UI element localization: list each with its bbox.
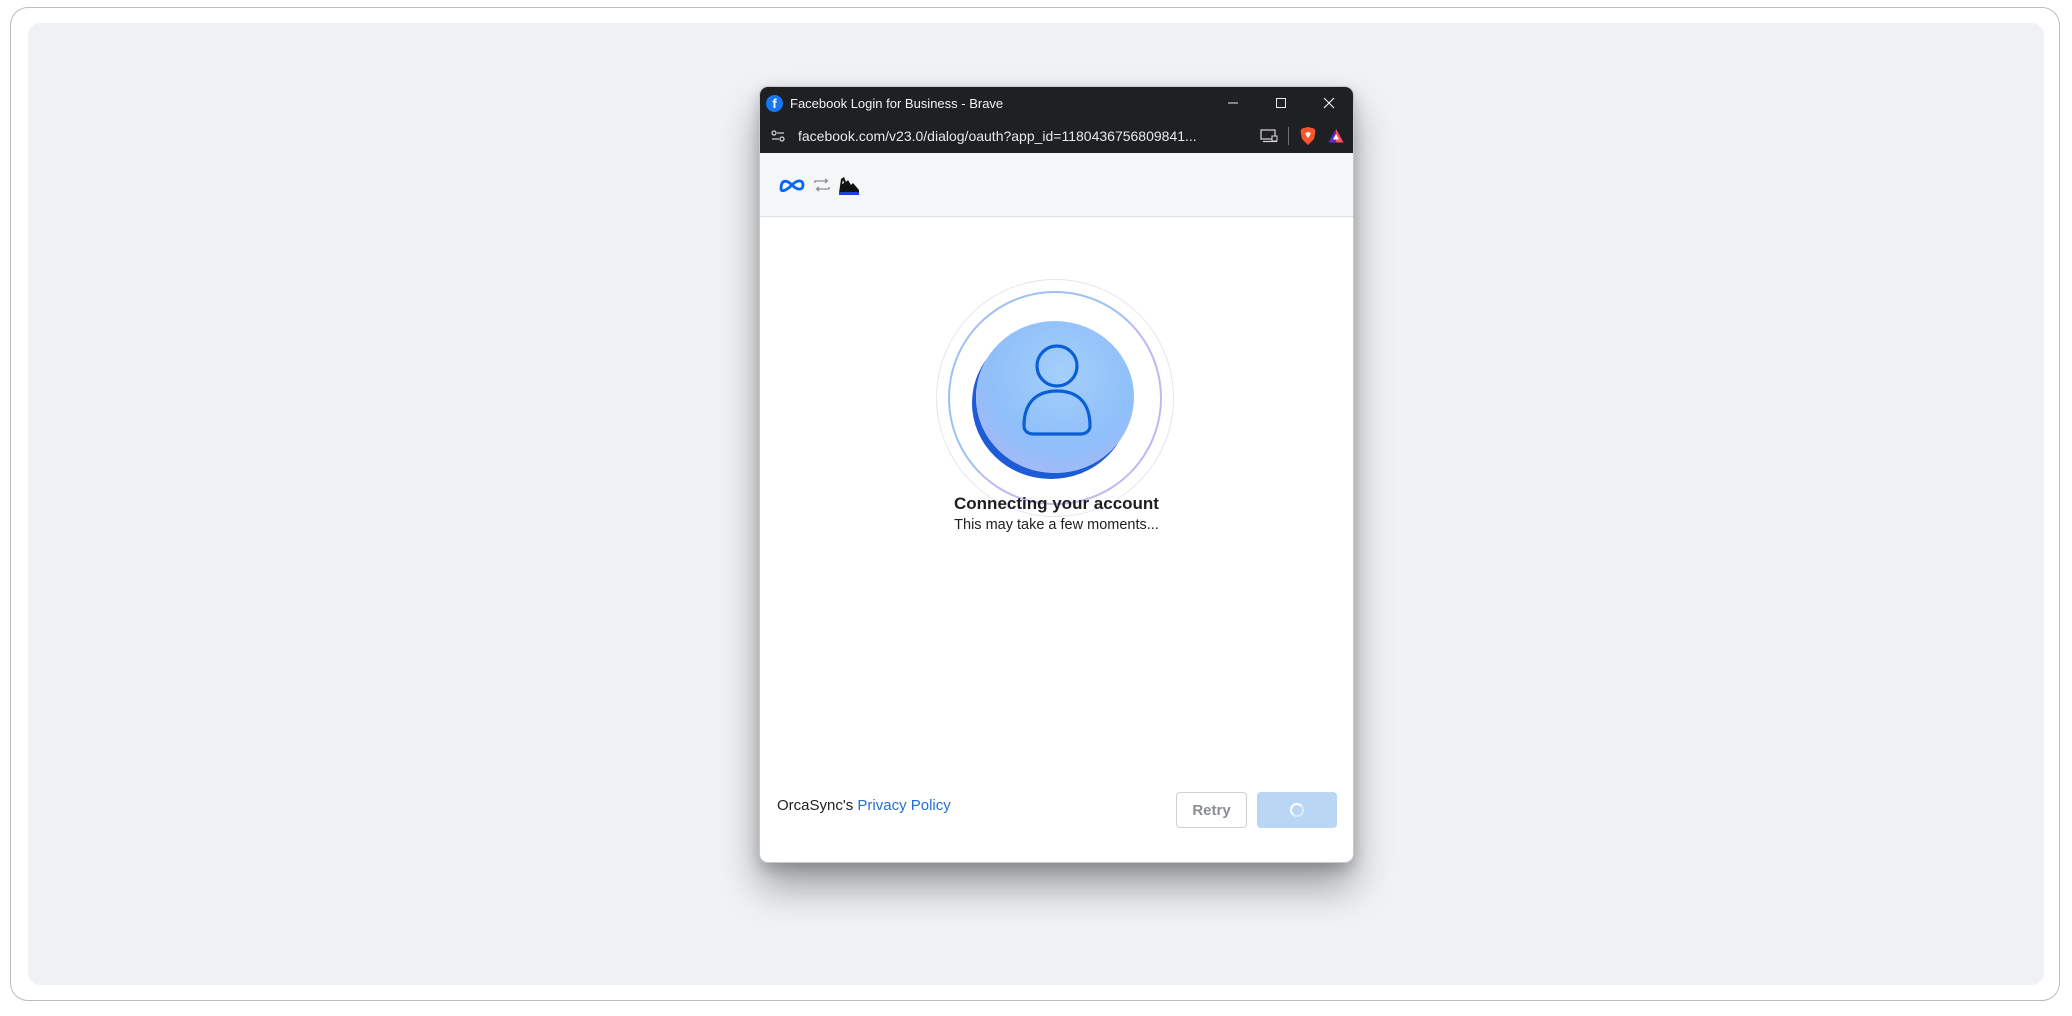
desktop-background: f Facebook Login for Business - Brave fa… [28,23,2044,985]
minimize-button[interactable] [1209,87,1257,119]
continue-button[interactable] [1257,792,1337,828]
connect-arrows-icon [814,177,830,192]
avatar-placeholder [976,321,1134,473]
window-controls [1209,87,1353,119]
url-text[interactable]: facebook.com/v23.0/dialog/oauth?app_id=1… [798,128,1218,144]
window-title: Facebook Login for Business - Brave [790,95,1004,111]
site-settings-icon[interactable] [770,128,786,144]
policy-prefix: OrcaSync's [777,797,858,814]
header-logos [778,174,860,196]
brave-shields-icon[interactable] [1299,126,1317,146]
status-title: Connecting your account [954,494,1159,513]
close-button[interactable] [1305,87,1353,119]
maximize-button[interactable] [1257,87,1305,119]
loading-spinner-icon [1290,803,1304,817]
status-subtitle: This may take a few moments... [954,517,1159,533]
address-bar-separator [1288,127,1289,145]
minimize-icon [1228,102,1238,104]
meta-logo-icon [779,178,805,192]
orcasync-app-logo-icon [839,176,859,195]
address-bar: facebook.com/v23.0/dialog/oauth?app_id=1… [760,119,1353,153]
brave-rewards-icon[interactable] [1327,127,1345,145]
dialog-header [760,153,1353,217]
facebook-favicon-icon: f [766,94,783,112]
login-popup-window: f Facebook Login for Business - Brave fa… [759,86,1354,863]
privacy-policy-line: OrcaSync's Privacy Policy [777,797,951,814]
cast-device-icon[interactable] [1260,128,1278,144]
retry-button[interactable]: Retry [1176,792,1247,828]
window-titlebar[interactable]: f Facebook Login for Business - Brave [760,87,1353,119]
privacy-policy-link[interactable]: Privacy Policy [857,797,950,814]
user-icon [1022,344,1092,436]
maximize-icon [1276,98,1286,108]
close-icon [1323,97,1335,109]
address-bar-actions [1260,119,1345,153]
